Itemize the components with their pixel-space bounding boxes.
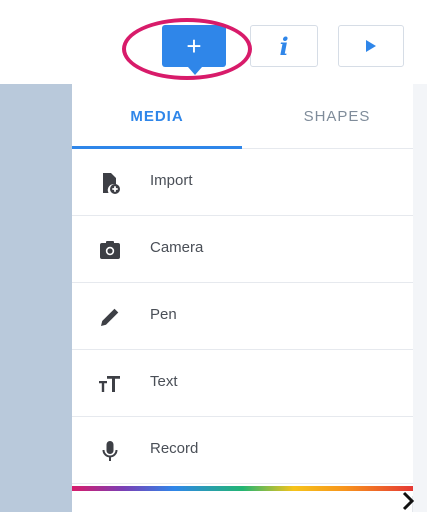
info-button[interactable]: i — [250, 25, 318, 67]
camera-icon — [98, 238, 122, 262]
tab-shapes[interactable]: SHAPES — [262, 84, 412, 148]
menu-item-text[interactable]: Text — [72, 350, 413, 417]
menu-item-label: Pen — [150, 306, 177, 323]
menu-item-label: Record — [150, 440, 199, 457]
text-icon — [98, 372, 122, 396]
menu-item-import[interactable]: Import — [72, 149, 413, 216]
add-menu-panel: MEDIA SHAPES Import Camera Pen Text Reco… — [72, 84, 413, 496]
top-toolbar: + i — [0, 0, 427, 84]
tab-media[interactable]: MEDIA — [72, 84, 242, 149]
menu-item-label: Camera — [150, 239, 204, 256]
highlight-circle — [122, 18, 252, 80]
info-icon: i — [279, 31, 289, 61]
menu-item-pen[interactable]: Pen — [72, 283, 413, 350]
menu-item-label: Import — [150, 172, 193, 189]
play-icon — [366, 40, 376, 52]
media-menu-list: Import Camera Pen Text Record — [72, 149, 413, 484]
pen-icon — [98, 305, 122, 329]
tab-media-label: MEDIA — [130, 107, 184, 125]
tab-bar: MEDIA SHAPES — [72, 84, 413, 149]
menu-item-label: Text — [150, 373, 178, 390]
microphone-icon — [98, 439, 122, 463]
chevron-right-icon[interactable] — [398, 491, 418, 511]
menu-item-camera[interactable]: Camera — [72, 216, 413, 283]
menu-item-record[interactable]: Record — [72, 417, 413, 484]
app-screen: + i MEDIA SHAPES Import Camera Pen Text … — [0, 0, 427, 512]
import-file-icon — [98, 171, 122, 195]
tab-shapes-label: SHAPES — [303, 107, 371, 125]
rainbow-divider — [72, 486, 413, 491]
canvas-background — [0, 84, 72, 512]
play-button[interactable] — [338, 25, 404, 67]
